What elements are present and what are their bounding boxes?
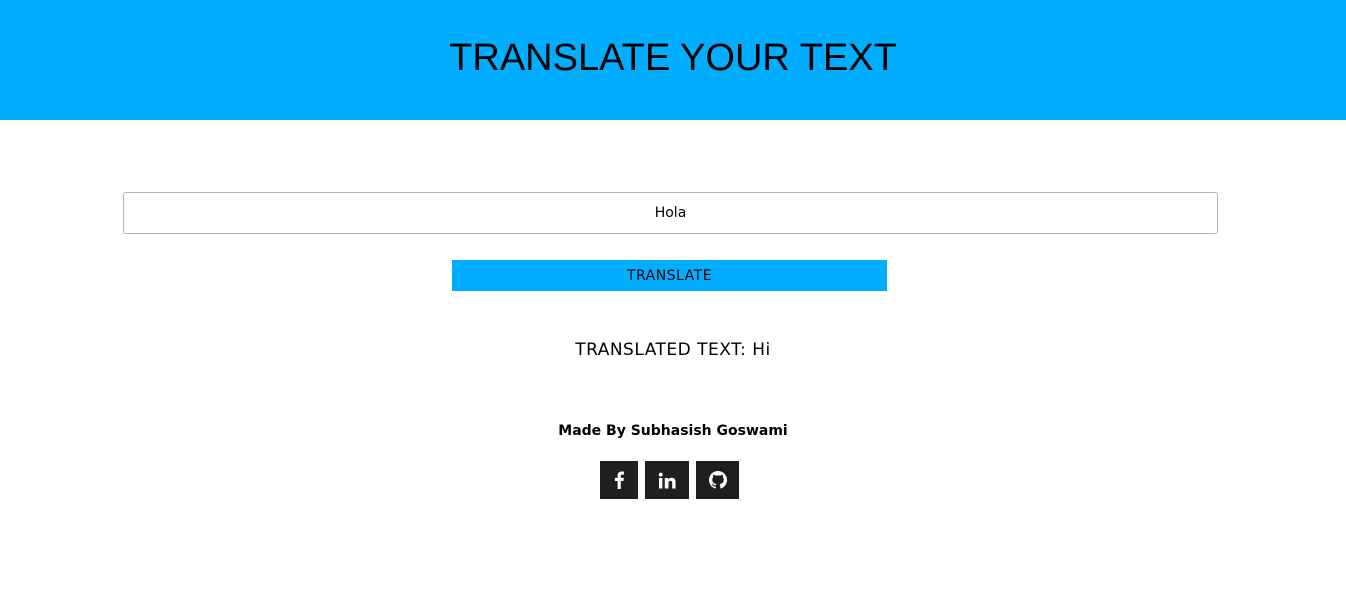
- header-bar: TRANSLATE YOUR TEXT: [0, 0, 1346, 120]
- text-input[interactable]: [123, 192, 1218, 234]
- linkedin-link[interactable]: [645, 461, 689, 499]
- facebook-link[interactable]: [600, 461, 638, 499]
- facebook-icon: [613, 471, 625, 489]
- page-title: TRANSLATE YOUR TEXT: [449, 37, 897, 79]
- github-link[interactable]: [696, 461, 739, 499]
- translated-text-label: TRANSLATED TEXT:: [575, 340, 747, 360]
- linkedin-icon: [658, 472, 676, 489]
- translate-button[interactable]: TRANSLATE: [452, 260, 887, 291]
- translated-output: TRANSLATED TEXT: Hi: [0, 338, 1346, 362]
- github-icon: [708, 471, 727, 489]
- footer-credit: Made By Subhasish Goswami: [558, 423, 788, 439]
- translated-text-value: Hi: [752, 340, 771, 360]
